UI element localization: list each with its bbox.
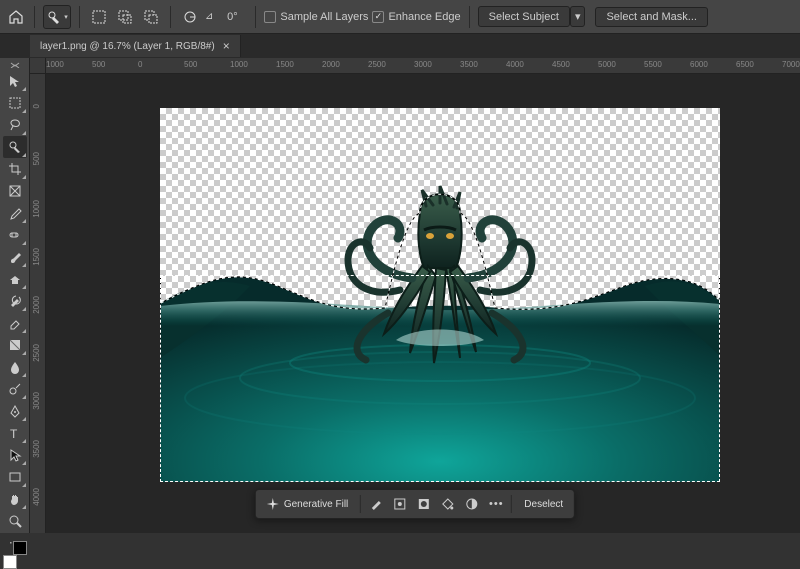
- divider: [170, 6, 171, 28]
- sample-all-layers-label: Sample All Layers: [280, 11, 368, 23]
- ruler-tick: 1000: [46, 60, 64, 69]
- new-selection-icon[interactable]: [88, 6, 110, 28]
- ruler-tick: 5000: [598, 60, 616, 69]
- select-subject-dropdown[interactable]: ▾: [570, 6, 586, 27]
- quick-selection-tool[interactable]: [3, 136, 27, 158]
- brush-angle-icon[interactable]: [179, 6, 201, 28]
- lasso-tool[interactable]: [3, 114, 27, 136]
- add-to-selection-icon[interactable]: [114, 6, 136, 28]
- ruler-tick: 3500: [32, 440, 41, 458]
- generative-fill-button[interactable]: Generative Fill: [259, 493, 356, 515]
- enhance-edge-checkbox[interactable]: Enhance Edge: [372, 11, 460, 23]
- ruler-tick: 2500: [32, 344, 41, 362]
- gradient-tool[interactable]: [3, 334, 27, 356]
- ruler-tick: 3500: [460, 60, 478, 69]
- horizontal-ruler[interactable]: 1000500050010001500200025003000350040004…: [46, 58, 800, 74]
- sample-all-layers-checkbox[interactable]: Sample All Layers: [264, 11, 368, 23]
- path-selection-tool[interactable]: [3, 444, 27, 466]
- tool-preset-picker[interactable]: ▾: [43, 5, 71, 29]
- crop-tool[interactable]: [3, 158, 27, 180]
- ruler-tick: 6000: [690, 60, 708, 69]
- select-subject-button[interactable]: Select Subject: [478, 6, 570, 27]
- svg-text:T: T: [10, 427, 18, 440]
- ruler-tick: 0: [138, 60, 142, 69]
- divider: [79, 6, 80, 28]
- toolbar-collapse-icon[interactable]: [0, 62, 29, 68]
- ruler-tick: 500: [92, 60, 105, 69]
- mask-icon[interactable]: [413, 493, 435, 515]
- ruler-tick: 2500: [368, 60, 386, 69]
- divider: [255, 6, 256, 28]
- ruler-tick: 2000: [32, 296, 41, 314]
- ruler-tick: 7000: [782, 60, 800, 69]
- eraser-tool[interactable]: [3, 312, 27, 334]
- ruler-tick: 2000: [322, 60, 340, 69]
- subtract-from-selection-icon[interactable]: [140, 6, 162, 28]
- foreground-color-swatch[interactable]: [3, 555, 17, 569]
- type-tool[interactable]: T: [3, 422, 27, 444]
- zoom-tool[interactable]: [3, 510, 27, 532]
- contextual-task-bar: Generative Fill ••• Deselect: [255, 489, 575, 519]
- ruler-tick: 4000: [32, 488, 41, 506]
- ruler-tick: 1000: [32, 200, 41, 218]
- adjustment-icon[interactable]: [389, 493, 411, 515]
- brush-icon[interactable]: [365, 493, 387, 515]
- divider: [511, 495, 512, 513]
- frame-tool[interactable]: [3, 180, 27, 202]
- vertical-ruler[interactable]: 0 500 1000 1500 2000 2500 3000 3500 4000: [30, 74, 46, 533]
- angle-input[interactable]: [217, 11, 247, 23]
- document-tab-title: layer1.png @ 16.7% (Layer 1, RGB/8#): [40, 41, 215, 52]
- image-content: [160, 108, 720, 482]
- ruler-tick: 500: [184, 60, 197, 69]
- rectangular-marquee-tool[interactable]: [3, 92, 27, 114]
- ruler-tick: 1500: [32, 248, 41, 266]
- invert-icon[interactable]: [461, 493, 483, 515]
- more-icon[interactable]: •••: [485, 493, 507, 515]
- checkbox-icon: [372, 11, 384, 23]
- document-canvas[interactable]: [160, 108, 720, 482]
- tools-panel: T ⋯: [0, 58, 30, 533]
- spot-healing-tool[interactable]: [3, 224, 27, 246]
- ruler-tick: 1000: [230, 60, 248, 69]
- ruler-tick: 3000: [414, 60, 432, 69]
- pen-tool[interactable]: [3, 400, 27, 422]
- eyedropper-tool[interactable]: [3, 202, 27, 224]
- ruler-tick: 4000: [506, 60, 524, 69]
- ruler-tick: 3000: [32, 392, 41, 410]
- ruler-tick: 0: [32, 104, 41, 108]
- ruler-tick: 5500: [644, 60, 662, 69]
- brush-angle-field[interactable]: ⊿: [205, 11, 247, 23]
- sparkle-icon: [267, 498, 279, 510]
- home-button[interactable]: [6, 7, 26, 27]
- brush-tool[interactable]: [3, 246, 27, 268]
- enhance-edge-label: Enhance Edge: [388, 11, 460, 23]
- hand-tool[interactable]: [3, 488, 27, 510]
- divider: [34, 6, 35, 28]
- clone-stamp-tool[interactable]: [3, 268, 27, 290]
- canvas-area: 1000500050010001500200025003000350040004…: [30, 58, 800, 533]
- document-tab-bar: layer1.png @ 16.7% (Layer 1, RGB/8#) ×: [0, 34, 800, 58]
- options-bar: ▾ ⊿ Sample All Layers Enhance Edge Selec…: [0, 0, 800, 34]
- ruler-tick: 500: [32, 152, 41, 165]
- checkbox-icon: [264, 11, 276, 23]
- divider: [469, 6, 470, 28]
- ruler-tick: 1500: [276, 60, 294, 69]
- background-color-swatch[interactable]: [13, 541, 27, 555]
- select-and-mask-button[interactable]: Select and Mask...: [595, 7, 708, 27]
- history-brush-tool[interactable]: [3, 290, 27, 312]
- deselect-button[interactable]: Deselect: [516, 494, 571, 515]
- ruler-origin[interactable]: [30, 58, 46, 74]
- close-icon[interactable]: ×: [223, 39, 230, 53]
- divider: [360, 495, 361, 513]
- ruler-tick: 4500: [552, 60, 570, 69]
- dodge-tool[interactable]: [3, 378, 27, 400]
- blur-tool[interactable]: [3, 356, 27, 378]
- document-tab[interactable]: layer1.png @ 16.7% (Layer 1, RGB/8#) ×: [30, 35, 241, 57]
- ruler-tick: 6500: [736, 60, 754, 69]
- fill-icon[interactable]: [437, 493, 459, 515]
- move-tool[interactable]: [3, 70, 27, 92]
- rectangle-tool[interactable]: [3, 466, 27, 488]
